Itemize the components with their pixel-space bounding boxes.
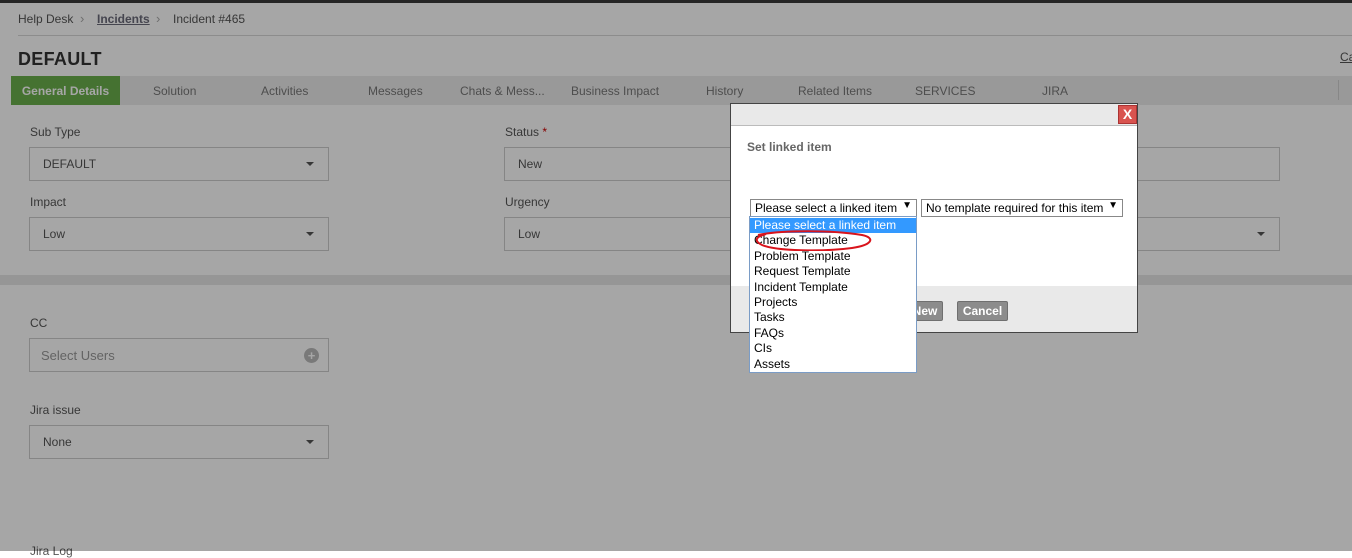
cancel-button[interactable]: Cancel (957, 301, 1008, 321)
option-cis[interactable]: CIs (750, 341, 916, 356)
linked-item-options: Please select a linked item Change Templ… (749, 216, 917, 373)
dialog-header (731, 104, 1137, 126)
option-change-template[interactable]: Change Template (750, 233, 916, 248)
template-select[interactable]: No template required for this item ▼ (921, 199, 1123, 217)
option-please-select[interactable]: Please select a linked item (750, 218, 916, 233)
option-problem-template[interactable]: Problem Template (750, 249, 916, 264)
linked-item-select-value: Please select a linked item (755, 201, 898, 215)
option-assets[interactable]: Assets (750, 357, 916, 372)
dialog-title: Set linked item (747, 140, 832, 154)
option-incident-template[interactable]: Incident Template (750, 280, 916, 295)
dropdown-arrow-icon: ▼ (902, 200, 912, 211)
option-request-template[interactable]: Request Template (750, 264, 916, 279)
option-faqs[interactable]: FAQs (750, 326, 916, 341)
dropdown-arrow-icon: ▼ (1108, 200, 1118, 211)
linked-item-select[interactable]: Please select a linked item ▼ (750, 199, 917, 217)
modal-overlay (0, 0, 1352, 551)
close-icon[interactable]: X (1118, 105, 1137, 124)
option-projects[interactable]: Projects (750, 295, 916, 310)
template-select-value: No template required for this item (926, 201, 1104, 215)
option-tasks[interactable]: Tasks (750, 310, 916, 325)
